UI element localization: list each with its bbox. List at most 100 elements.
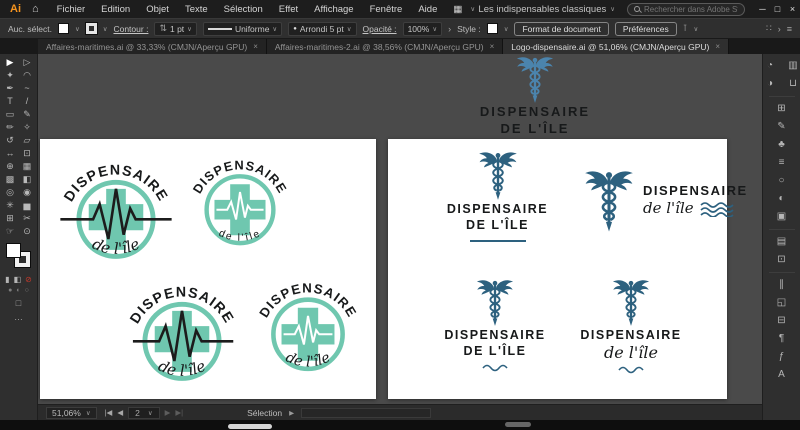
brush-dropdown[interactable]: ● Arrondi 5 pt ∨ — [288, 22, 356, 36]
menu-objet[interactable]: Objet — [138, 4, 177, 15]
logo-caduceus-pasteboard[interactable]: DISPENSAIRE DE L'ÎLE — [460, 54, 610, 138]
artboard-number-dropdown[interactable]: 2 ∨ — [128, 407, 160, 419]
chevron-down-icon[interactable]: ∨ — [504, 25, 509, 33]
fill-color-swatch[interactable] — [6, 243, 21, 258]
draw-inside-button[interactable]: ○ — [25, 287, 29, 294]
gradient-tool[interactable]: ◧ — [20, 173, 35, 186]
width-profile-dropdown[interactable]: Uniforme ∨ — [203, 22, 282, 36]
pencil-tool[interactable]: ✏ — [3, 121, 18, 134]
transform-panel-icon[interactable]: ◱ — [774, 294, 790, 312]
home-icon[interactable]: ⌂ — [30, 3, 49, 15]
logo-caduceus-script-wave[interactable]: DISPENSAIRE de l'île — [572, 277, 690, 374]
perspective-grid-tool[interactable]: ▦ — [20, 160, 35, 173]
paintbrush-tool[interactable]: ✎ — [20, 108, 35, 121]
last-artboard-button[interactable]: ▶| — [175, 408, 183, 417]
paragraph-panel-icon[interactable]: ¶ — [774, 330, 790, 348]
tab-affaires-maritimes-2[interactable]: Affaires-maritimes-2.ai @ 38,56% (CMJN/A… — [267, 39, 503, 54]
pathfinder-panel-icon[interactable]: ⊟ — [774, 312, 790, 330]
artboards-panel-icon[interactable]: ⊡ — [774, 251, 790, 269]
opacity-field[interactable]: 100% ∨ — [403, 22, 443, 36]
canvas[interactable]: DISPENSAIRE DE L'ÎLE DISPENSAIRE de l'îl… — [38, 54, 762, 404]
draw-behind-button[interactable]: ◐ — [16, 287, 20, 294]
menu-affichage[interactable]: Affichage — [306, 4, 361, 15]
flyout-icon[interactable]: › — [448, 24, 451, 34]
chevron-down-icon[interactable]: ∨ — [103, 25, 108, 33]
workspace-switcher-icon[interactable]: ▦ — [445, 4, 470, 15]
minimize-button[interactable]: ─ — [755, 4, 770, 14]
properties-panel-icon[interactable]: ◔ — [762, 57, 778, 75]
close-button[interactable]: × — [785, 4, 800, 14]
document-setup-button[interactable]: Format de document — [514, 22, 608, 36]
screen-mode-button[interactable]: □ — [16, 298, 21, 308]
menu-texte[interactable]: Texte — [177, 4, 216, 15]
character-panel-icon[interactable]: A — [774, 366, 790, 384]
maximize-button[interactable]: □ — [770, 4, 785, 14]
hand-tool[interactable]: ☞ — [3, 225, 18, 238]
stroke-swatch[interactable] — [86, 23, 97, 34]
zoom-tool[interactable]: ⊙ — [20, 225, 35, 238]
appearance-panel-icon[interactable]: ○ — [774, 172, 790, 190]
app-logo[interactable]: Ai — [0, 3, 30, 15]
shaper-tool[interactable]: ✧ — [20, 121, 35, 134]
layers-panel-icon[interactable]: ▤ — [774, 233, 790, 251]
color-guide-panel-icon[interactable]: ⊔ — [785, 75, 800, 93]
style-swatch[interactable] — [487, 23, 498, 34]
menu-fichier[interactable]: Fichier — [49, 4, 94, 15]
stroke-label[interactable]: Contour : — [113, 24, 148, 34]
round-logo-solid-cross[interactable]: DISPENSAIRE de l'île — [186, 141, 294, 261]
logo-caduceus-wave[interactable]: DISPENSAIRE DE L'ÎLE — [436, 277, 554, 372]
symbols-panel-icon[interactable]: ♣ — [774, 136, 790, 154]
text-options-icon[interactable]: ⊺ — [683, 23, 688, 34]
first-artboard-button[interactable]: |◀ — [105, 408, 113, 417]
width-tool[interactable]: ↔ — [3, 147, 18, 160]
slice-tool[interactable]: ✂ — [20, 212, 35, 225]
fill-swatch[interactable] — [58, 23, 69, 34]
symbol-sprayer-tool[interactable]: ✳ — [3, 199, 18, 212]
lasso-tool[interactable]: ◠ — [20, 69, 35, 82]
libraries-panel-icon[interactable]: ▥ — [785, 57, 800, 75]
color-panel-icon[interactable]: ◑ — [762, 75, 778, 93]
search-input[interactable] — [644, 5, 738, 14]
menu-fenetre[interactable]: Fenêtre — [362, 4, 411, 15]
rectangle-tool[interactable]: ▭ — [3, 108, 18, 121]
stepper-icon[interactable]: ⇅ — [159, 23, 167, 34]
workspace-selector[interactable]: Les indispensables classiques ∨ — [478, 4, 615, 15]
eyedropper-tool[interactable]: ◎ — [3, 186, 18, 199]
graphic-styles-panel-icon[interactable]: ▣ — [774, 208, 790, 226]
opentype-panel-icon[interactable]: ƒ — [774, 348, 790, 366]
next-artboard-button[interactable]: ▶ — [165, 408, 171, 417]
flyout-icon[interactable]: ▶ — [289, 409, 294, 417]
rotate-tool[interactable]: ↺ — [3, 134, 18, 147]
magic-wand-tool[interactable]: ✦ — [3, 69, 18, 82]
horizontal-scrollbar-thumb[interactable] — [505, 422, 531, 427]
opacity-label[interactable]: Opacité : — [363, 24, 397, 34]
logo-caduceus-underline[interactable]: DISPENSAIRE DE L'ÎLE — [440, 149, 555, 242]
shape-builder-tool[interactable]: ⊕ — [3, 160, 18, 173]
menu-aide[interactable]: Aide — [410, 4, 445, 15]
menu-effet[interactable]: Effet — [271, 4, 306, 15]
scale-tool[interactable]: ▱ — [20, 134, 35, 147]
previous-artboard-button[interactable]: ◀ — [117, 408, 123, 417]
color-gradient-button[interactable]: ◧ — [14, 275, 22, 284]
preferences-button[interactable]: Préférences — [615, 22, 677, 36]
stroke-weight-field[interactable]: ⇅ 1 pt ∨ — [154, 22, 197, 36]
artboard-2[interactable]: DISPENSAIRE DE L'ÎLE DISPENSAIRE de l'îl… — [388, 139, 727, 399]
arrange-documents-icon[interactable]: ≡ — [787, 24, 792, 34]
blend-tool[interactable]: ◉ — [20, 186, 35, 199]
round-logo-ecg-wide-2[interactable]: DISPENSAIRE de l'île — [122, 265, 242, 398]
tab-affaires-maritimes[interactable]: Affaires-maritimes.ai @ 33,33% (CMJN/Ape… — [38, 39, 267, 54]
scrollbar-thumb[interactable] — [228, 424, 272, 429]
free-transform-tool[interactable]: ⊡ — [20, 147, 35, 160]
artboard-tool[interactable]: ⊞ — [3, 212, 18, 225]
color-none-button[interactable]: ⊘ — [25, 275, 32, 284]
transparency-panel-icon[interactable]: ◐ — [774, 190, 790, 208]
pen-tool[interactable]: ✒ — [3, 82, 18, 95]
logo-caduceus-horizontal[interactable]: DISPENSAIRE de l'île — [582, 167, 748, 233]
column-graph-tool[interactable]: ▅ — [20, 199, 35, 212]
selection-tool[interactable]: ▶ — [3, 56, 18, 69]
more-tools-button[interactable]: … — [14, 312, 23, 322]
close-icon[interactable]: × — [715, 42, 720, 51]
close-icon[interactable]: × — [253, 42, 258, 51]
draw-normal-button[interactable]: ● — [8, 287, 12, 294]
line-tool[interactable]: / — [20, 95, 35, 108]
